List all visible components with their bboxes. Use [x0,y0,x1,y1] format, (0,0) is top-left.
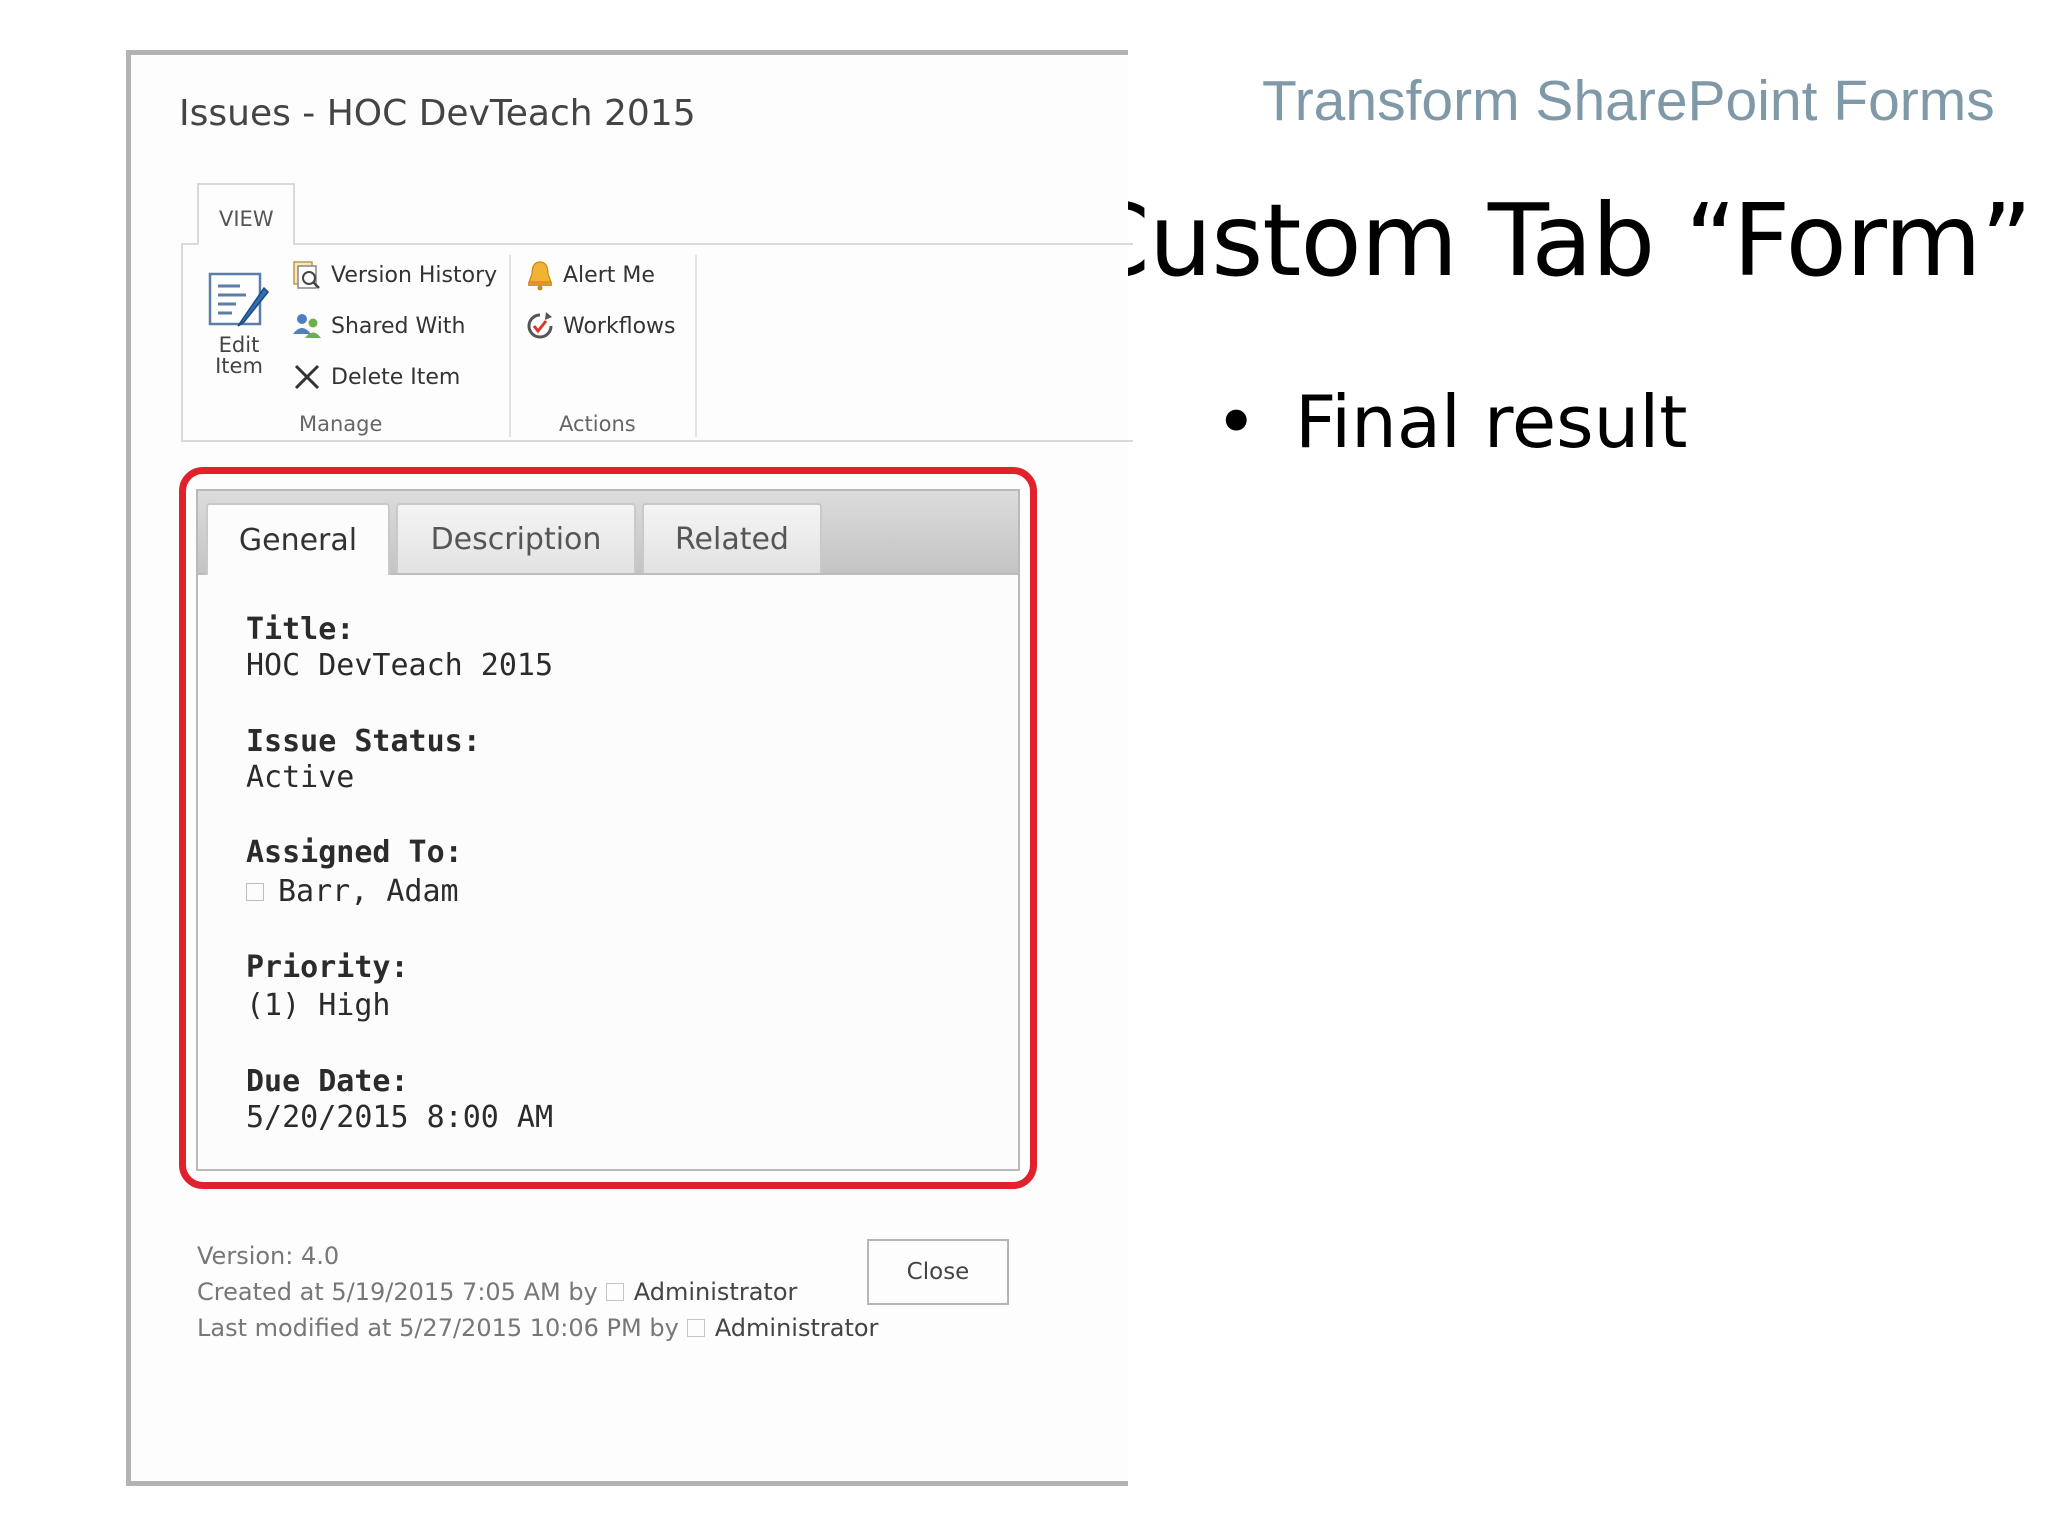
delete-icon [294,364,320,390]
field-value-priority: (1) High [246,988,391,1023]
assigned-to-user-link[interactable]: Barr, Adam [278,874,459,909]
edit-item-button[interactable]: Edit Item [201,270,277,377]
presence-icon [605,1283,624,1301]
ribbon-separator [509,255,511,437]
modified-info: Last modified at 5/27/2015 10:06 PM by A… [197,1314,878,1342]
delete-item-button[interactable]: Delete Item [291,361,460,393]
created-by-link[interactable]: Administrator [634,1278,798,1306]
tab-view-label: VIEW [219,207,274,231]
version-history-button[interactable]: Version History [291,259,497,291]
edit-item-label-2: Item [215,354,263,378]
sharepoint-dialog: Issues - HOC DevTeach 2015 VIEW Edit Ite… [126,50,1133,1486]
tab-description-label: Description [430,521,602,557]
bullet-item: • Final result [1215,380,1688,464]
custom-tab-form: General Description Related Title: HOC D… [196,489,1020,1171]
created-text: Created at 5/19/2015 7:05 AM by [197,1278,598,1306]
edit-item-label-1: Edit [218,333,260,357]
tab-general[interactable]: General [206,503,390,575]
created-info: Created at 5/19/2015 7:05 AM by Administ… [197,1278,797,1306]
workflows-button[interactable]: Workflows [525,310,675,342]
presence-icon [246,882,264,901]
bullet-icon: • [1215,380,1258,464]
shared-with-icon [293,314,321,338]
tab-description[interactable]: Description [396,503,636,573]
field-value-title: HOC DevTeach 2015 [246,648,554,683]
slide-subtitle: Transform SharePoint Forms [1262,69,1995,133]
tab-general-label: General [238,522,358,558]
field-label-title: Title: [246,612,355,647]
dialog-title: Issues - HOC DevTeach 2015 [179,93,696,134]
tab-related[interactable]: Related [642,503,822,573]
shared-with-button[interactable]: Shared With [291,310,465,342]
tab-view[interactable]: VIEW [197,183,295,245]
bullet-text: Final result [1295,380,1688,464]
delete-item-label: Delete Item [331,364,461,390]
field-label-due-date: Due Date: [246,1064,409,1099]
bell-icon [528,261,552,291]
field-label-assigned-to: Assigned To: [246,835,463,870]
close-button-label: Close [906,1259,970,1285]
version-info: Version: 4.0 [197,1242,339,1270]
actions-group-label: Actions [559,412,636,436]
modified-text: Last modified at 5/27/2015 10:06 PM by [197,1314,679,1342]
alert-me-button[interactable]: Alert Me [525,259,655,291]
version-history-label: Version History [331,262,498,288]
workflows-icon [527,312,553,339]
field-value-due-date: 5/20/2015 8:00 AM [246,1100,554,1135]
alert-me-label: Alert Me [563,262,655,288]
modified-by-link[interactable]: Administrator [715,1314,879,1342]
version-history-icon [293,261,320,289]
workflows-label: Workflows [563,313,676,339]
tab-related-label: Related [675,521,789,557]
field-label-priority: Priority: [246,950,409,985]
shared-with-label: Shared With [331,313,466,339]
version-text: Version: 4.0 [197,1242,340,1270]
slide-title: Custom Tab “Form” [1080,182,2032,299]
presence-icon [686,1319,705,1337]
ribbon-separator [695,255,697,437]
field-value-assigned-to: Barr, Adam [246,874,459,909]
edit-item-icon [208,272,270,327]
field-value-issue-status: Active [246,760,355,795]
manage-group-label: Manage [299,412,383,436]
field-label-issue-status: Issue Status: [246,724,481,759]
close-button[interactable]: Close [867,1239,1009,1305]
